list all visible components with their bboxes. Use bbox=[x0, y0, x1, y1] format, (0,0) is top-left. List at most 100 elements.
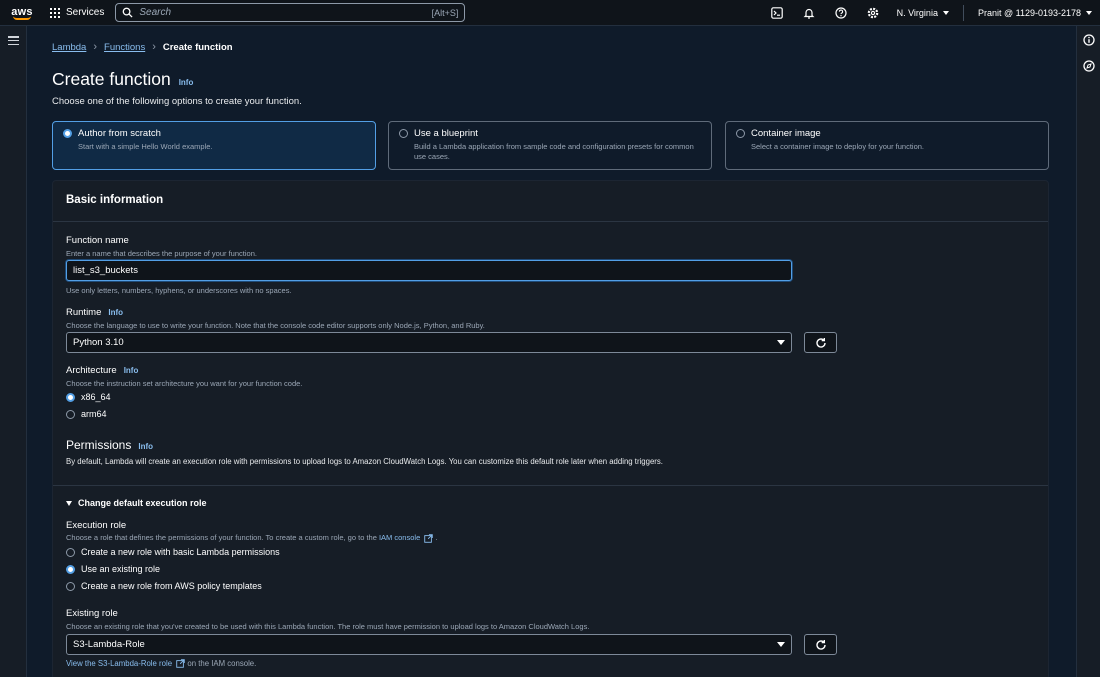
permissions-text: By default, Lambda will create an execut… bbox=[66, 457, 663, 466]
cloudshell-button[interactable] bbox=[761, 0, 793, 26]
caret-down-icon bbox=[942, 10, 949, 15]
architecture-description: Choose the instruction set architecture … bbox=[66, 379, 303, 388]
bell-icon bbox=[803, 8, 815, 19]
tutorial-panel-button[interactable] bbox=[1082, 59, 1096, 73]
architecture-label: Architecture Info bbox=[66, 365, 139, 376]
runtime-value: Python 3.10 bbox=[73, 337, 124, 348]
runtime-refresh-button[interactable] bbox=[804, 332, 837, 353]
view-role-line: View the S3-Lambda-Role role on the IAM … bbox=[66, 659, 257, 669]
existing-role-description: Choose an existing role that you've crea… bbox=[66, 622, 590, 631]
breadcrumb-functions[interactable]: Functions bbox=[104, 42, 145, 53]
option-description: Start with a simple Hello World example. bbox=[78, 142, 213, 151]
page-heading: Create function bbox=[52, 69, 171, 89]
radio-selected-icon[interactable] bbox=[66, 392, 75, 402]
architecture-option-arm64[interactable]: arm64 bbox=[66, 409, 107, 419]
radio-unselected-icon[interactable] bbox=[399, 129, 408, 138]
basic-information-card: Basic information Function name Enter a … bbox=[52, 180, 1049, 677]
breadcrumb-lambda[interactable]: Lambda bbox=[52, 42, 86, 53]
option-container-image[interactable]: Container image Select a container image… bbox=[725, 121, 1049, 170]
search-shortcut: [Alt+S] bbox=[431, 7, 459, 18]
radio-unselected-icon[interactable] bbox=[66, 581, 75, 591]
execution-role-option-existing[interactable]: Use an existing role bbox=[66, 564, 160, 574]
radio-selected-icon[interactable] bbox=[66, 564, 75, 574]
services-menu-button[interactable]: Services bbox=[44, 0, 110, 26]
execution-role-label: Execution role bbox=[66, 520, 127, 531]
execution-role-option-label: Use an existing role bbox=[81, 564, 161, 574]
card-heading: Basic information bbox=[66, 194, 164, 206]
existing-role-value: S3-Lambda-Role bbox=[73, 639, 145, 650]
iam-console-link[interactable]: IAM console bbox=[379, 533, 420, 542]
side-navigation-rail bbox=[0, 26, 27, 677]
caret-down-icon bbox=[777, 340, 785, 345]
execution-role-option-policy-templates[interactable]: Create a new role from AWS policy templa… bbox=[66, 581, 262, 591]
option-use-blueprint[interactable]: Use a blueprint Build a Lambda applicati… bbox=[388, 121, 712, 170]
nav-divider bbox=[962, 4, 964, 21]
breadcrumb: Lambda › Functions › Create function bbox=[52, 41, 233, 53]
info-icon bbox=[1083, 34, 1095, 46]
page-description: Choose one of the following options to c… bbox=[52, 96, 302, 107]
function-name-input[interactable]: list_s3_buckets bbox=[66, 260, 792, 281]
option-label: Author from scratch bbox=[78, 128, 161, 139]
settings-button[interactable] bbox=[857, 0, 889, 26]
external-link-icon bbox=[176, 659, 185, 669]
compass-icon bbox=[1083, 60, 1095, 72]
card-header: Basic information bbox=[53, 181, 1048, 222]
execution-role-option-label: Create a new role from AWS policy templa… bbox=[81, 581, 262, 591]
aws-logo[interactable]: aws bbox=[0, 0, 44, 26]
menu-icon[interactable] bbox=[8, 36, 19, 45]
architecture-option-label: arm64 bbox=[81, 409, 107, 419]
region-selector[interactable]: N. Virginia bbox=[889, 8, 957, 18]
option-author-from-scratch[interactable]: Author from scratch Start with a simple … bbox=[52, 121, 376, 170]
refresh-icon bbox=[815, 639, 826, 650]
search-placeholder: Search bbox=[139, 7, 172, 18]
radio-unselected-icon[interactable] bbox=[66, 547, 75, 557]
architecture-info-link[interactable]: Info bbox=[124, 366, 139, 375]
radio-unselected-icon[interactable] bbox=[736, 129, 745, 138]
section-divider bbox=[53, 485, 1048, 486]
account-menu[interactable]: Pranit @ 1129-0193-2178 bbox=[970, 8, 1100, 18]
execution-role-option-new-basic[interactable]: Create a new role with basic Lambda perm… bbox=[66, 547, 280, 557]
caret-down-icon bbox=[66, 500, 72, 506]
view-role-link[interactable]: View the S3-Lambda-Role role bbox=[66, 659, 172, 668]
function-name-value: list_s3_buckets bbox=[73, 265, 138, 276]
page-info-link[interactable]: Info bbox=[179, 78, 194, 87]
existing-role-refresh-button[interactable] bbox=[804, 634, 837, 655]
main-content: Lambda › Functions › Create function Cre… bbox=[27, 26, 1076, 677]
permissions-heading: Permissions Info bbox=[66, 438, 154, 452]
option-label: Use a blueprint bbox=[414, 128, 478, 139]
aws-smile-mark bbox=[13, 16, 31, 20]
radio-unselected-icon[interactable] bbox=[66, 409, 75, 419]
existing-role-label: Existing role bbox=[66, 608, 118, 619]
caret-down-icon bbox=[777, 642, 785, 647]
grid-icon bbox=[50, 7, 60, 18]
runtime-description: Choose the language to use to write your… bbox=[66, 321, 485, 330]
option-description: Build a Lambda application from sample c… bbox=[414, 142, 694, 161]
architecture-option-x86[interactable]: x86_64 bbox=[66, 392, 111, 402]
execution-role-option-label: Create a new role with basic Lambda perm… bbox=[81, 547, 280, 557]
search-input[interactable]: Search [Alt+S] bbox=[115, 3, 466, 22]
info-panel-button[interactable] bbox=[1082, 33, 1096, 47]
breadcrumb-current: Create function bbox=[162, 41, 233, 53]
runtime-info-link[interactable]: Info bbox=[108, 308, 123, 317]
help-button[interactable] bbox=[825, 0, 857, 26]
notifications-button[interactable] bbox=[793, 0, 825, 26]
function-name-label: Function name bbox=[66, 235, 129, 246]
region-label: N. Virginia bbox=[896, 7, 938, 18]
existing-role-select[interactable]: S3-Lambda-Role bbox=[66, 634, 792, 655]
execution-role-description: Choose a role that defines the permissio… bbox=[66, 533, 438, 543]
radio-selected-icon[interactable] bbox=[63, 129, 72, 138]
terminal-icon bbox=[770, 6, 783, 19]
option-label: Container image bbox=[751, 128, 821, 139]
refresh-icon bbox=[815, 337, 826, 348]
change-execution-role-expander[interactable]: Change default execution role bbox=[66, 498, 207, 508]
account-label: Pranit @ 1129-0193-2178 bbox=[977, 7, 1081, 18]
caret-down-icon bbox=[1086, 10, 1092, 15]
runtime-select[interactable]: Python 3.10 bbox=[66, 332, 792, 353]
search-icon bbox=[123, 7, 133, 18]
function-name-hint: Use only letters, numbers, hyphens, or u… bbox=[66, 286, 292, 295]
nav-right-group: N. Virginia Pranit @ 1129-0193-2178 bbox=[761, 0, 1100, 26]
permissions-info-link[interactable]: Info bbox=[138, 442, 153, 451]
function-name-description: Enter a name that describes the purpose … bbox=[66, 249, 257, 258]
external-link-icon bbox=[424, 533, 434, 543]
services-label: Services bbox=[66, 7, 105, 18]
